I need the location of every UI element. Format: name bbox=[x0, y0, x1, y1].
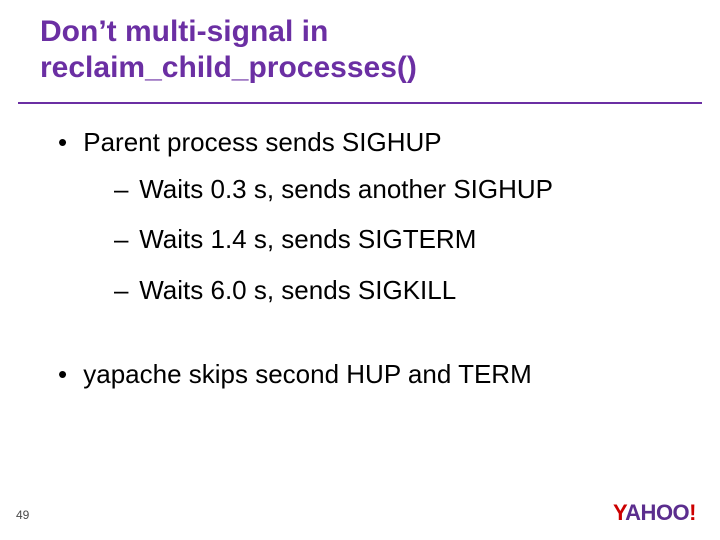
bullet-dot-icon: • bbox=[58, 126, 76, 159]
page-number: 49 bbox=[16, 508, 29, 522]
bullet-text: Waits 0.3 s, sends another SIGHUP bbox=[139, 174, 553, 204]
logo-bang: ! bbox=[689, 500, 696, 525]
bullet-dot-icon: • bbox=[58, 358, 76, 391]
bullet-text: Waits 6.0 s, sends SIGKILL bbox=[139, 275, 456, 305]
slide-title: Don’t multi-signal in reclaim_child_proc… bbox=[40, 14, 680, 86]
bullet-level1: • yapache skips second HUP and TERM bbox=[58, 358, 680, 391]
bullet-level2: – Waits 6.0 s, sends SIGKILL bbox=[114, 274, 680, 307]
title-line-2: reclaim_child_processes() bbox=[40, 50, 680, 86]
logo-y: Y bbox=[613, 500, 625, 525]
bullet-text: yapache skips second HUP and TERM bbox=[83, 359, 532, 389]
slide: Don’t multi-signal in reclaim_child_proc… bbox=[0, 0, 720, 540]
bullet-level2: – Waits 1.4 s, sends SIGTERM bbox=[114, 223, 680, 256]
bullet-dash-icon: – bbox=[114, 173, 132, 206]
bullet-text: Parent process sends SIGHUP bbox=[83, 127, 441, 157]
bullet-dash-icon: – bbox=[114, 223, 132, 256]
title-line-1: Don’t multi-signal in bbox=[40, 14, 680, 50]
bullet-dash-icon: – bbox=[114, 274, 132, 307]
bullet-level2: – Waits 0.3 s, sends another SIGHUP bbox=[114, 173, 680, 206]
bullet-level1: • Parent process sends SIGHUP bbox=[58, 126, 680, 159]
title-underline bbox=[18, 102, 702, 104]
logo-ahoo: AHOO bbox=[625, 500, 689, 525]
spacer bbox=[58, 324, 680, 358]
yahoo-logo: YAHOO! bbox=[613, 500, 696, 526]
slide-body: • Parent process sends SIGHUP – Waits 0.… bbox=[58, 126, 680, 405]
bullet-text: Waits 1.4 s, sends SIGTERM bbox=[139, 224, 476, 254]
